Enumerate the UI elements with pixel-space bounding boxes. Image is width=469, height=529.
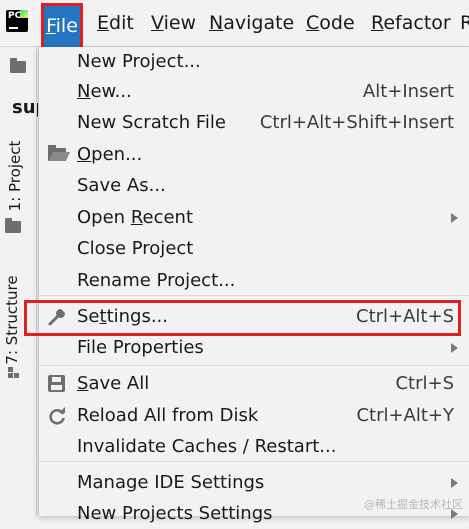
settings-highlight-box <box>24 300 461 336</box>
folder-open-icon <box>48 145 66 161</box>
watermark: @稀土掘金技术社区 <box>364 498 463 511</box>
submenu-arrow-icon <box>451 478 458 488</box>
menu-item-close-project[interactable]: Close Project <box>39 234 469 264</box>
tab-project[interactable]: 1: Project <box>6 131 28 221</box>
menu-item-new-project[interactable]: New Project... <box>39 47 469 77</box>
menu-item-reload-all[interactable]: Reload All from Disk Ctrl+Alt+Y <box>39 401 469 431</box>
menu-run-partial[interactable]: R <box>457 10 469 37</box>
menu-item-file-properties[interactable]: File Properties <box>39 333 469 363</box>
save-icon <box>48 375 65 392</box>
submenu-arrow-icon <box>451 213 458 223</box>
main-menu-bar: PC File Edit View Navigate Code Refactor… <box>0 0 469 50</box>
file-menu-dropdown: New Project... New... Alt+Insert New Scr… <box>38 47 469 524</box>
menu-file[interactable]: File <box>41 3 83 50</box>
menu-refactor[interactable]: Refactor <box>368 10 454 37</box>
menu-view[interactable]: View <box>148 10 199 37</box>
structure-icon <box>8 367 20 379</box>
pycharm-logo-icon: PC <box>6 10 28 32</box>
reload-icon <box>49 407 65 425</box>
menu-item-save-all[interactable]: Save All Ctrl+S <box>39 369 469 399</box>
menu-item-rename-project[interactable]: Rename Project... <box>39 266 469 296</box>
menu-item-new[interactable]: New... Alt+Insert <box>39 77 469 107</box>
menu-separator <box>39 365 469 366</box>
tab-structure[interactable]: 7: Structure <box>3 270 25 370</box>
menu-item-invalidate-caches[interactable]: Invalidate Caches / Restart... <box>39 432 469 462</box>
menu-item-manage-ide-settings[interactable]: Manage IDE Settings <box>39 468 469 498</box>
menu-navigate[interactable]: Navigate <box>206 10 297 37</box>
left-tool-strip: sup 1: Project 7: Structure <box>0 47 48 516</box>
folder-icon <box>5 218 21 233</box>
menu-item-new-scratch-file[interactable]: New Scratch File Ctrl+Alt+Shift+Insert <box>39 108 469 138</box>
menu-edit[interactable]: Edit <box>94 10 137 37</box>
submenu-arrow-icon <box>451 343 458 353</box>
menu-separator <box>39 295 469 296</box>
menu-code[interactable]: Code <box>303 10 358 37</box>
menu-item-open-recent[interactable]: Open Recent <box>39 203 469 233</box>
menu-separator <box>39 461 469 462</box>
menu-item-save-as[interactable]: Save As... <box>39 171 469 201</box>
menu-item-open[interactable]: Open... <box>39 140 469 170</box>
project-folder-icon[interactable] <box>10 58 26 73</box>
